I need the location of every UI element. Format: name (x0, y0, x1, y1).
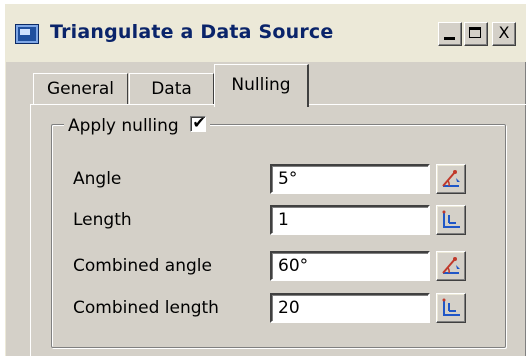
length-pick-button[interactable] (436, 205, 466, 235)
close-icon: X (498, 23, 510, 42)
combined-length-field[interactable]: 20 (270, 293, 430, 323)
tab-general[interactable]: General (33, 73, 128, 104)
tab-nulling[interactable]: Nulling (214, 64, 309, 107)
combined-length-label: Combined length (73, 298, 219, 318)
minimize-icon (444, 37, 455, 40)
minimize-button[interactable] (438, 22, 462, 46)
apply-nulling-legend: Apply nulling ✔ (64, 113, 211, 137)
combined-angle-label: Combined angle (73, 256, 212, 276)
window-title: Triangulate a Data Source (50, 21, 334, 43)
angle-label: Angle (73, 169, 122, 189)
combined-length-pick-button[interactable] (436, 293, 466, 323)
tab-data[interactable]: Data (129, 73, 214, 104)
apply-nulling-checkbox[interactable]: ✔ (190, 113, 207, 132)
combined-angle-field[interactable]: 60° (270, 251, 430, 281)
apply-nulling-label: Apply nulling (68, 116, 179, 136)
angle-field[interactable]: 5° (270, 164, 430, 194)
length-field[interactable]: 1 (270, 205, 430, 235)
title-bar[interactable]: Triangulate a Data Source X (5, 4, 526, 62)
length-picker-icon (442, 210, 460, 228)
length-picker-icon (442, 298, 460, 316)
checkmark-icon: ✔ (192, 113, 206, 132)
app-window-icon (15, 24, 39, 44)
angle-picker-icon (442, 257, 460, 274)
angle-pick-button[interactable] (436, 164, 466, 194)
angle-picker-icon (442, 170, 460, 187)
maximize-icon (469, 27, 481, 38)
length-label: Length (73, 210, 132, 230)
combined-angle-pick-button[interactable] (436, 251, 466, 281)
close-button[interactable]: X (492, 22, 516, 46)
maximize-button[interactable] (464, 22, 488, 46)
